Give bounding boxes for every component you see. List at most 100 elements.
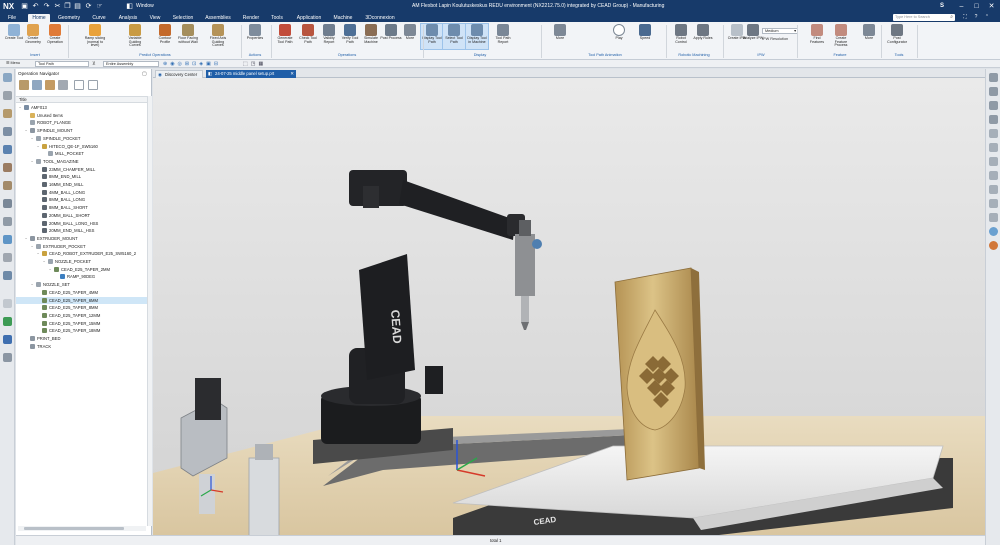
collapse-toggle-icon[interactable]: −	[19, 106, 23, 110]
section-view-icon[interactable]	[989, 115, 998, 124]
measure-icon[interactable]	[989, 157, 998, 166]
tree-row[interactable]: 16MM_END_MILL	[16, 181, 147, 189]
view-fit-icon[interactable]	[989, 73, 998, 82]
reuse-library-icon[interactable]	[3, 199, 12, 208]
repeat-command-icon[interactable]: ⟳	[84, 2, 93, 11]
tab-home[interactable]: Home	[28, 14, 50, 22]
tree-row[interactable]: Unused Items	[16, 112, 147, 120]
collapse-toggle-icon[interactable]: −	[31, 137, 35, 141]
robot-lower-arm[interactable]	[359, 254, 415, 380]
robot-control-button[interactable]: Robot Control	[670, 24, 692, 49]
floor-facing-without-wall-button[interactable]: Floor Facing without Wall	[177, 24, 199, 49]
lighting-icon[interactable]	[989, 199, 998, 208]
copy-icon[interactable]: ❐	[63, 2, 72, 11]
more-button[interactable]: More	[399, 24, 421, 49]
robot-upper-arm[interactable]	[399, 180, 515, 240]
type-filter-select[interactable]: Tool Path	[35, 61, 89, 67]
touch-mode-icon[interactable]: ☞	[95, 2, 104, 11]
tab-discovery-center[interactable]: ◉ Discovery Center	[155, 70, 203, 78]
apply-rules-button[interactable]: Apply Rules	[692, 24, 714, 49]
tab-machine[interactable]: Machine	[330, 14, 356, 22]
cut-icon[interactable]: ✂	[53, 2, 62, 11]
tree-row[interactable]: PRINT_BED	[16, 335, 147, 343]
tab-file[interactable]: File	[4, 14, 20, 22]
find-features-button[interactable]: Find Features	[806, 24, 828, 49]
close-icon[interactable]: ✕	[987, 2, 996, 11]
tree-row[interactable]: CEAD_E25_TAPER_12MM	[16, 312, 147, 320]
variable-guiding-curves-button[interactable]: Variable Guiding Curves	[124, 24, 146, 49]
display-tool-path-button[interactable]: Display Tool Path	[420, 23, 444, 50]
collapse-toggle-icon[interactable]: −	[49, 268, 53, 272]
tree-row[interactable]: − SPINDLE_POCKET	[16, 135, 147, 143]
expand-all-icon[interactable]	[74, 80, 84, 90]
collapse-toggle-icon[interactable]: −	[25, 129, 29, 133]
maximize-icon[interactable]: □	[972, 2, 981, 11]
kinematics-icon[interactable]	[3, 335, 12, 344]
extruder-barrel[interactable]	[521, 296, 529, 322]
tree-row[interactable]: − CEAD_ROBOT_EXTRUDER_E25_SW5160_2	[16, 250, 147, 258]
tree-row[interactable]: TRACK	[16, 343, 147, 351]
machine-tool-view-icon[interactable]	[32, 80, 42, 90]
roles-icon[interactable]	[3, 253, 12, 262]
graph-icon[interactable]	[3, 317, 12, 326]
tree-row[interactable]: CEAD_E25_TAPER_4MM	[16, 289, 147, 297]
tree-row[interactable]: MILL_POCKET	[16, 150, 147, 158]
grid-icon[interactable]	[3, 353, 12, 362]
tab-tools[interactable]: Tools	[267, 14, 287, 22]
web-browser-icon[interactable]	[3, 235, 12, 244]
search-icon[interactable]: ⌕	[950, 14, 953, 21]
extruder-nozzle[interactable]	[521, 322, 529, 330]
tab-close-icon[interactable]: ✕	[290, 70, 294, 78]
tree-row[interactable]: RAMP_90DEG	[16, 273, 147, 281]
display-tool-in-machine-button[interactable]: Display Tool in Machine	[465, 23, 489, 50]
zoom-icon[interactable]	[989, 185, 998, 194]
simulate-machine-button[interactable]: Simulate Machine	[360, 24, 382, 49]
render-style-icon[interactable]	[989, 101, 998, 110]
history-icon[interactable]	[3, 217, 12, 226]
paste-icon[interactable]: ▤	[73, 2, 82, 11]
ipw-resolution-select[interactable]: Medium ▾	[762, 28, 798, 34]
collapse-ribbon-icon[interactable]: ⌃	[983, 14, 991, 21]
collapse-toggle-icon[interactable]: −	[37, 252, 41, 256]
program-order-view-icon[interactable]	[19, 80, 29, 90]
navigator-icon[interactable]	[3, 73, 12, 82]
tab-3dconnexion[interactable]: 3Dconnexion	[362, 14, 398, 22]
more-button[interactable]: More	[858, 24, 880, 49]
snapshot-icon[interactable]	[989, 171, 998, 180]
ramp-slicing-normal-to-level-button[interactable]: Ramp slicing (normal to level)	[84, 24, 106, 49]
collapse-toggle-icon[interactable]: −	[31, 283, 35, 287]
tree-row[interactable]: − AMF013	[16, 104, 147, 112]
tree-row[interactable]: − HITECO_QE-1F_SW5160	[16, 143, 147, 151]
collapse-toggle-icon[interactable]: −	[31, 160, 35, 164]
command-search-input[interactable]: Type Here to Search ⌕	[893, 14, 955, 21]
extruder-body[interactable]	[515, 234, 535, 296]
speed-button[interactable]: Speed	[634, 24, 656, 49]
feature-navigator-icon[interactable]	[3, 181, 12, 190]
tab-assemblies[interactable]: Assemblies	[202, 14, 234, 22]
machining-method-view-icon[interactable]	[58, 80, 68, 90]
horizontal-scrollbar[interactable]	[18, 526, 146, 531]
contour-profile-button[interactable]: Contour Profile	[154, 24, 176, 49]
generate-tool-path-button[interactable]: Generate Tool Path	[274, 24, 296, 49]
collapse-toggle-icon[interactable]: −	[31, 245, 35, 249]
system-materials-icon[interactable]	[3, 271, 12, 280]
tree-row[interactable]: ROBOT_FLANGE	[16, 119, 147, 127]
tree-row[interactable]: 20MM_END_MILL_HSS	[16, 227, 147, 235]
tab-selection[interactable]: Selection	[168, 14, 198, 22]
hide-show-icon[interactable]	[989, 143, 998, 152]
tree-row[interactable]: − EXTRUDER_MOUNT	[16, 235, 147, 243]
tree-row[interactable]: CEAD_E25_TAPER_18MM	[16, 327, 147, 335]
graphics-window[interactable]: CEAD CEAD	[153, 78, 985, 535]
tree-row[interactable]: 4MM_BALL_LONG	[16, 189, 147, 197]
tree-row[interactable]: − NOZZLE_SET	[16, 281, 147, 289]
tree-row[interactable]: − SPINDLE_MOUNT	[16, 127, 147, 135]
create-operation-button[interactable]: Create Operation	[44, 24, 66, 49]
tool-path-report-button[interactable]: Tool Path Report	[492, 24, 514, 49]
menu-button[interactable]: ☰ Menu	[4, 61, 30, 67]
create-feature-process-button[interactable]: Create Feature Process	[830, 24, 852, 49]
tab-render[interactable]: Render	[239, 14, 263, 22]
tree-row[interactable]: 20MM_BALL_SHORT	[16, 212, 147, 220]
help-icon[interactable]: ?	[972, 14, 980, 21]
part-navigator-icon[interactable]	[3, 91, 12, 100]
tree-row[interactable]: − TOOL_MAGAZINE	[16, 158, 147, 166]
